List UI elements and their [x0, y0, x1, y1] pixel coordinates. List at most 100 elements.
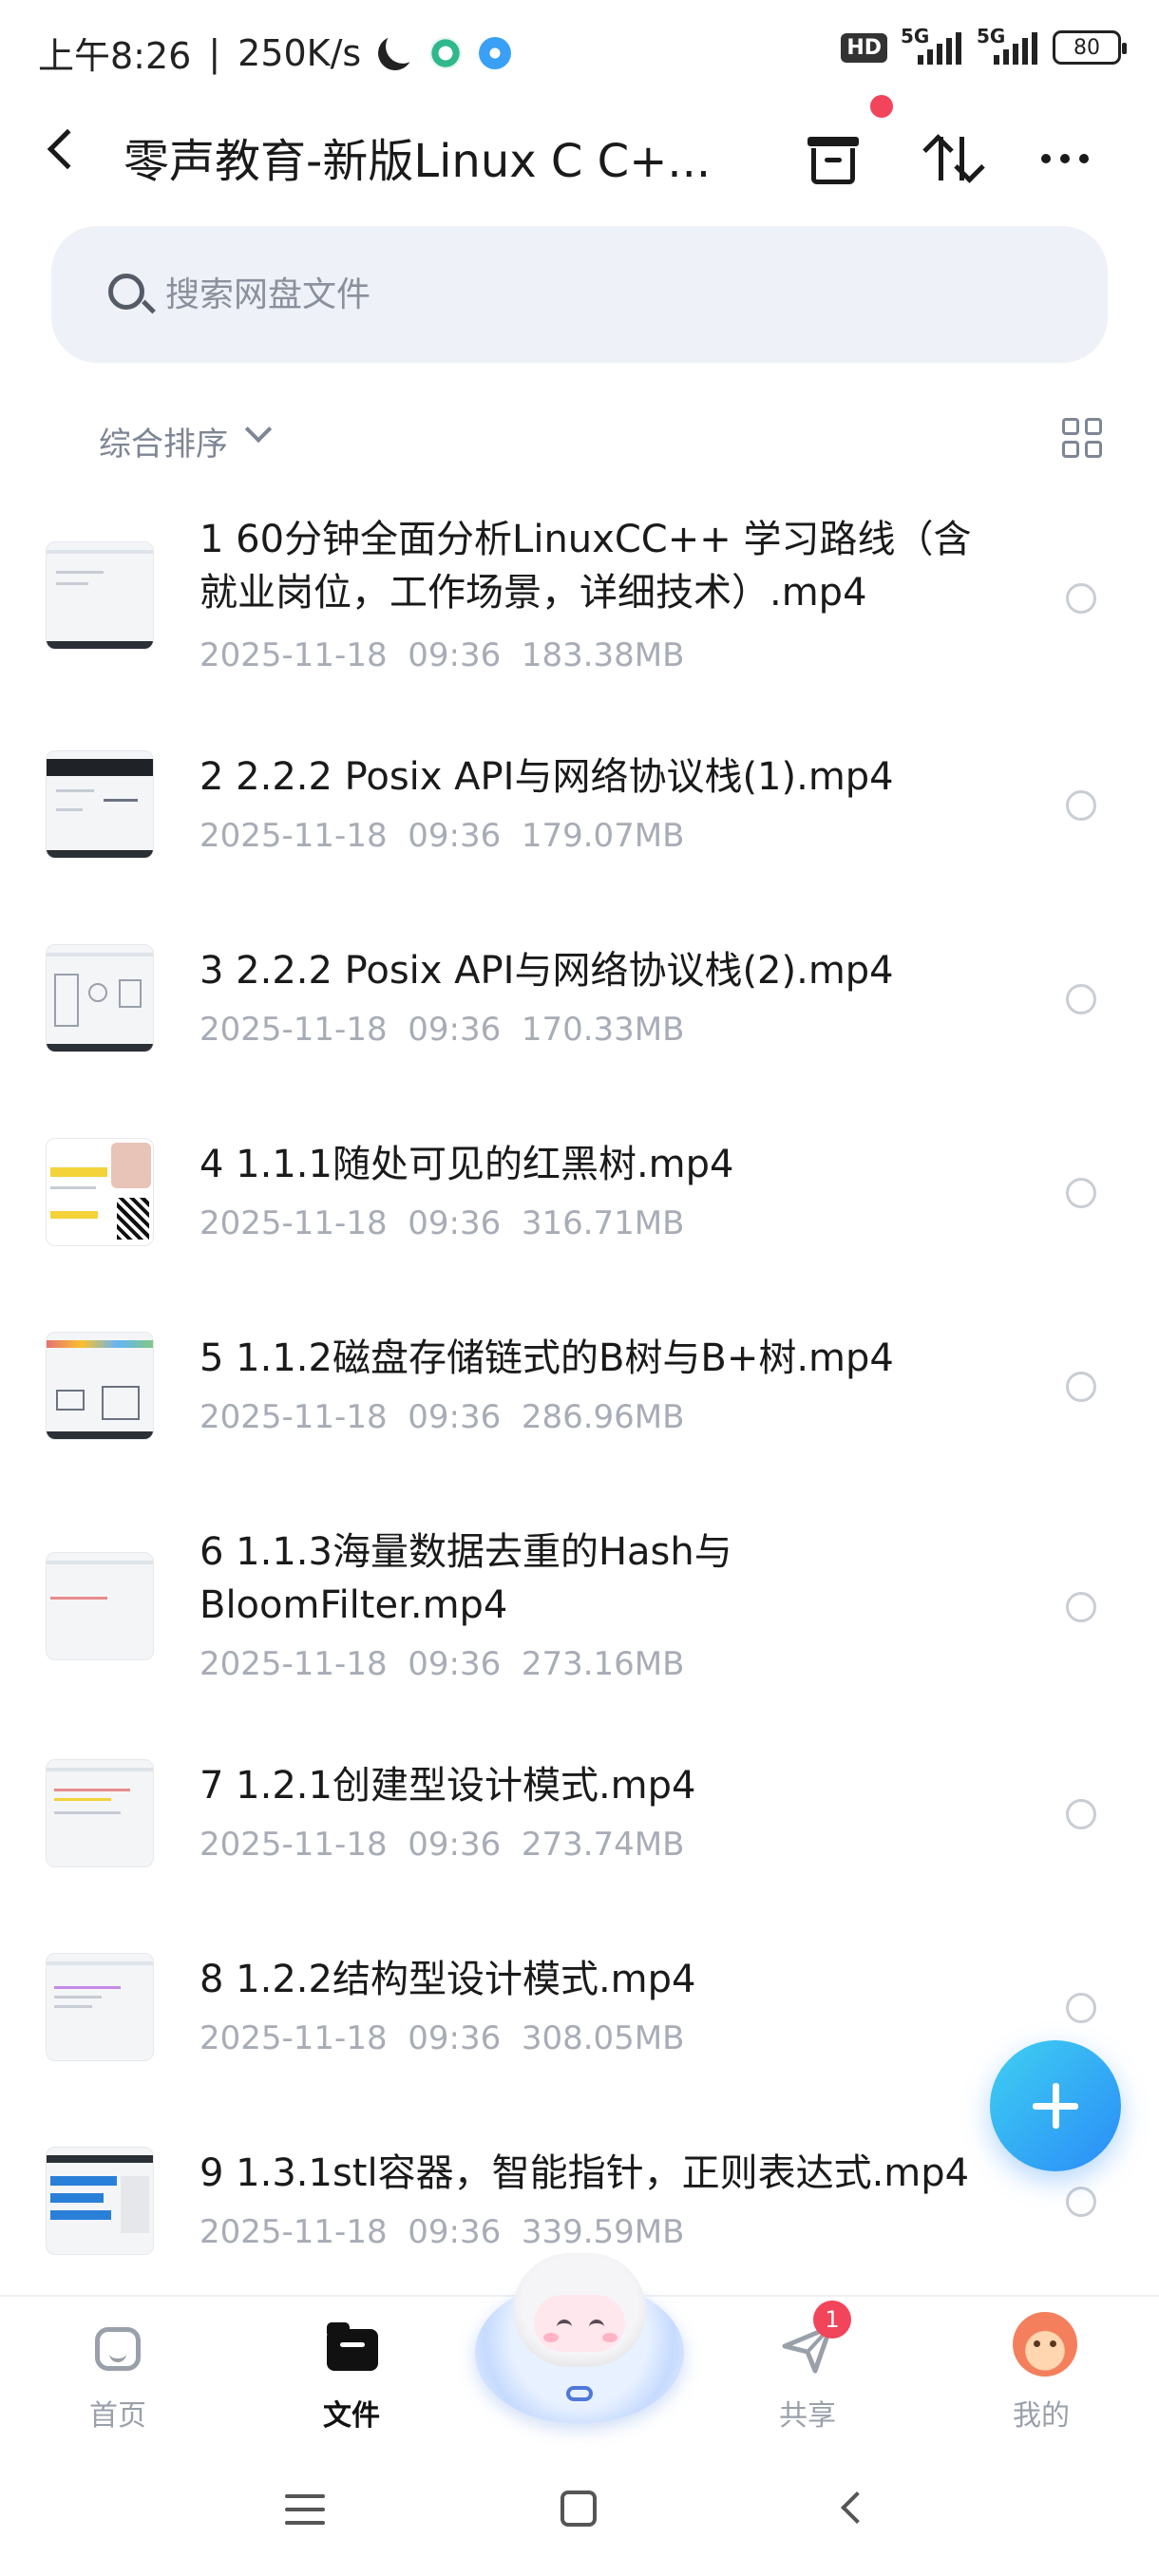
select-checkbox[interactable] [1066, 790, 1096, 821]
file-meta: 2025-11-18 09:36 316.71MB [200, 1204, 684, 1242]
video-thumbnail [46, 1138, 154, 1246]
add-button[interactable] [990, 2040, 1121, 2171]
share-badge: 1 [813, 2301, 851, 2339]
search-bar[interactable] [51, 226, 1108, 363]
file-name: 3 2.2.2 Posix API与网络协议栈(2).mp4 [200, 949, 894, 993]
file-name: 2 2.2.2 Posix API与网络协议栈(1).mp4 [200, 755, 894, 799]
file-date: 2025-11-18 [200, 1011, 388, 1049]
video-thumbnail [46, 2147, 154, 2255]
select-checkbox[interactable] [1066, 583, 1096, 614]
avatar-icon [1013, 2312, 1077, 2377]
file-time: 09:36 [408, 2019, 502, 2057]
network-type-2: 5G [977, 25, 1006, 47]
video-thumbnail [46, 1552, 154, 1660]
file-meta: 2025-11-18 09:36 286.96MB [200, 1398, 684, 1436]
file-meta: 2025-11-18 09:36 308.05MB [200, 2019, 684, 2057]
file-time: 09:36 [408, 1645, 502, 1683]
select-checkbox[interactable] [1066, 1178, 1096, 1208]
select-checkbox[interactable] [1066, 1993, 1096, 2023]
file-size: 179.07MB [521, 817, 685, 855]
file-time: 09:36 [408, 636, 502, 674]
file-time: 09:36 [408, 1011, 502, 1049]
select-checkbox[interactable] [1066, 1799, 1096, 1829]
file-date: 2025-11-18 [200, 1645, 388, 1683]
file-size: 273.74MB [521, 1826, 685, 1864]
file-date: 2025-11-18 [200, 1826, 388, 1864]
moon-icon [373, 30, 417, 74]
folder-icon [323, 2320, 380, 2377]
grid-view-icon[interactable] [1062, 418, 1104, 460]
video-thumbnail [46, 541, 154, 650]
file-size: 170.33MB [521, 1011, 685, 1049]
file-size: 316.71MB [521, 1204, 685, 1242]
status-right: HD 5G 5G 80 [841, 25, 1127, 66]
file-date: 2025-11-18 [200, 2213, 388, 2251]
page-title: 零声教育-新版Linux C C+... [124, 135, 712, 188]
file-date: 2025-11-18 [200, 636, 388, 674]
back-icon[interactable] [841, 2491, 873, 2524]
file-time: 09:36 [408, 1398, 502, 1436]
file-date: 2025-11-18 [200, 1398, 388, 1436]
tab-home[interactable]: 首页 [42, 2297, 194, 2449]
file-name: 6 1.1.3海量数据去重的Hash与BloomFilter.mp4 [200, 1530, 732, 1627]
video-thumbnail [46, 1953, 154, 2061]
upload-notification-icon [479, 36, 512, 69]
mascot-assistant-button[interactable] [475, 2244, 684, 2434]
file-date: 2025-11-18 [200, 817, 388, 855]
file-meta: 2025-11-18 09:36 273.74MB [200, 1826, 684, 1864]
search-icon [108, 274, 144, 310]
status-left: 上午8:26 | 250K/s [38, 27, 512, 79]
select-checkbox[interactable] [1066, 2187, 1096, 2217]
status-separator: | [208, 31, 221, 74]
search-input[interactable] [165, 264, 925, 325]
app-root: 上午8:26 | 250K/s HD 5G 5G 80 零声教育-新版Linux… [0, 0, 1159, 2576]
file-meta: 2025-11-18 09:36 183.38MB [200, 636, 684, 674]
tab-label: 共享 [779, 2399, 836, 2433]
file-date: 2025-11-18 [200, 2019, 388, 2057]
file-size: 183.38MB [521, 636, 685, 674]
signal-icon-1: 5G [901, 25, 963, 66]
file-size: 308.05MB [521, 2019, 685, 2057]
file-date: 2025-11-18 [200, 1204, 388, 1242]
sort-dropdown[interactable]: 综合排序 [99, 418, 228, 464]
file-size: 273.16MB [521, 1645, 685, 1683]
file-name: 5 1.1.2磁盘存储链式的B树与B+树.mp4 [200, 1336, 894, 1380]
archive-box-icon[interactable] [804, 125, 870, 192]
status-time: 上午8:26 [38, 35, 192, 77]
tab-share[interactable]: 1 共享 [732, 2297, 884, 2449]
home-square-icon[interactable] [560, 2491, 597, 2527]
video-thumbnail [46, 944, 154, 1052]
status-bar: 上午8:26 | 250K/s HD 5G 5G 80 [0, 0, 1159, 104]
nav-bar: 零声教育-新版Linux C C+... [0, 104, 1159, 209]
system-nav-bar [0, 2447, 1159, 2576]
select-checkbox[interactable] [1066, 984, 1096, 1014]
file-time: 09:36 [408, 1204, 502, 1242]
select-checkbox[interactable] [1066, 1372, 1096, 1402]
battery-icon: 80 [1053, 30, 1127, 65]
select-checkbox[interactable] [1066, 1592, 1096, 1622]
file-meta: 2025-11-18 09:36 170.33MB [200, 1011, 684, 1049]
file-name: 8 1.2.2结构型设计模式.mp4 [200, 1958, 696, 2001]
home-icon [89, 2320, 146, 2377]
sort-row: 综合排序 [0, 408, 1159, 475]
back-arrow-icon[interactable] [47, 128, 88, 170]
tab-label: 我的 [1013, 2399, 1070, 2433]
file-meta: 2025-11-18 09:36 179.07MB [200, 817, 684, 855]
chevron-down-icon[interactable] [244, 415, 273, 444]
tab-files[interactable]: 文件 [276, 2297, 428, 2449]
more-dots-icon[interactable] [1041, 125, 1108, 192]
signal-icon-2: 5G [977, 25, 1039, 66]
menu-icon[interactable] [285, 2494, 325, 2527]
cloud-logo-icon [566, 2386, 593, 2401]
file-name: 7 1.2.1创建型设计模式.mp4 [200, 1764, 696, 1808]
status-speed: 250K/s [238, 31, 362, 74]
sort-arrows-icon[interactable] [922, 125, 988, 192]
video-thumbnail [46, 1759, 154, 1867]
video-thumbnail [46, 1332, 154, 1440]
file-name: 4 1.1.1随处可见的红黑树.mp4 [200, 1143, 734, 1186]
network-type-1: 5G [901, 25, 930, 47]
tab-mine[interactable]: 我的 [965, 2297, 1117, 2449]
file-time: 09:36 [408, 1826, 502, 1864]
notification-dot [870, 95, 893, 118]
hd-icon: HD [841, 32, 887, 63]
